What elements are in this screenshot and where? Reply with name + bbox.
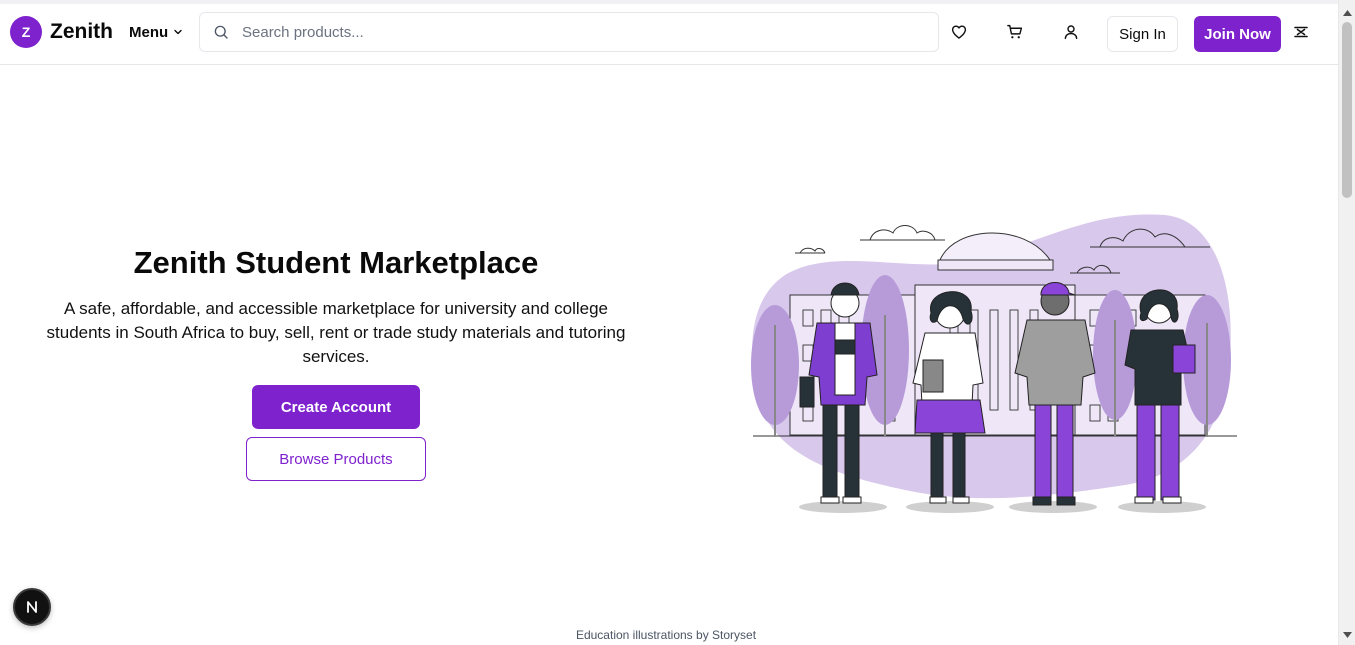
illustration-credit[interactable]: Education illustrations by Storyset — [0, 628, 1332, 642]
scroll-down-arrow[interactable] — [1339, 626, 1355, 643]
menu-label: Menu — [129, 23, 169, 41]
vertical-scrollbar[interactable] — [1338, 0, 1355, 645]
hero-description: A safe, affordable, and accessible marke… — [46, 299, 626, 366]
triangle-up-icon — [1343, 9, 1352, 16]
wishlist-button[interactable] — [947, 20, 971, 44]
page: Z Zenith Menu Search products... Sign In… — [0, 0, 1355, 645]
create-account-button[interactable]: Create Account — [252, 385, 420, 429]
logo-letter: Z — [21, 24, 31, 40]
search-bar[interactable] — [199, 12, 939, 52]
brand-name[interactable]: Zenith — [50, 18, 113, 46]
sign-in-button[interactable]: Sign In — [1107, 16, 1178, 52]
scroll-up-arrow[interactable] — [1339, 4, 1355, 21]
cart-button[interactable] — [1003, 20, 1027, 44]
dev-tools-icon[interactable] — [1293, 24, 1309, 40]
site-header: Z Zenith Menu Search products... Sign In… — [0, 4, 1338, 65]
dev-indicator-badge[interactable] — [13, 588, 51, 626]
chevron-down-icon — [174, 29, 182, 35]
students-illustration — [751, 214, 1237, 513]
search-icon — [214, 25, 228, 39]
browse-products-button[interactable]: Browse Products — [246, 437, 426, 481]
scroll-thumb[interactable] — [1342, 22, 1352, 198]
heart-icon — [951, 25, 967, 39]
user-icon — [1064, 25, 1078, 40]
hero-title: Zenith Student Marketplace — [133, 245, 539, 280]
cart-icon — [1007, 24, 1023, 39]
logo-mark[interactable]: Z — [10, 16, 42, 48]
triangle-down-icon — [1343, 631, 1352, 638]
menu-button[interactable]: Menu — [129, 21, 184, 43]
account-button[interactable] — [1059, 20, 1083, 44]
next-logo-icon — [27, 601, 37, 613]
join-now-button[interactable]: Join Now — [1194, 16, 1281, 52]
search-input[interactable] — [240, 22, 900, 42]
